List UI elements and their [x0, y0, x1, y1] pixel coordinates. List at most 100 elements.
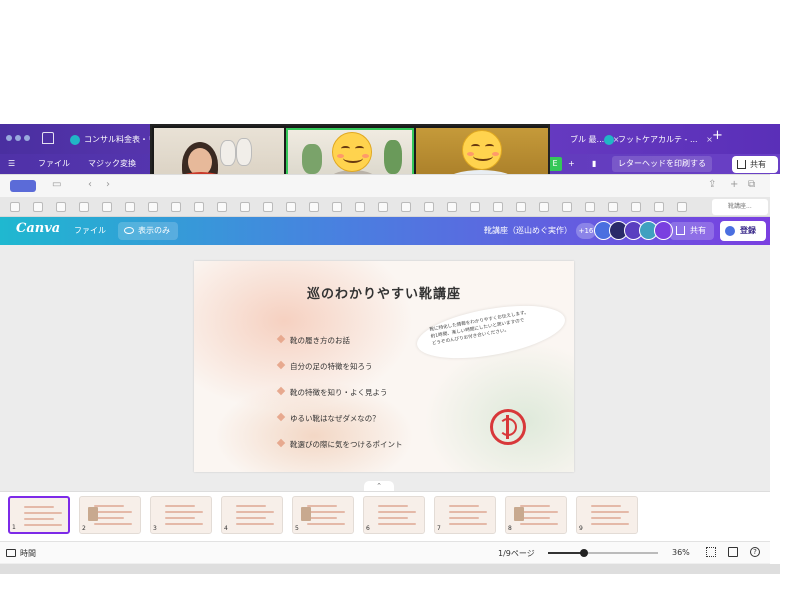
tab-favicon-icon[interactable] — [493, 202, 503, 212]
thumbnail-line — [591, 505, 621, 507]
thumbnail-line — [94, 505, 124, 507]
file-menu[interactable]: ファイル — [38, 157, 70, 171]
view-only-label: 表示のみ — [138, 226, 170, 235]
tab-favicon-icon[interactable] — [125, 202, 135, 212]
thumbnail-line — [24, 512, 62, 514]
tab-favicon-icon[interactable] — [631, 202, 641, 212]
browser-tab-icons-row: 靴講座... — [0, 197, 770, 217]
tab-favicon-icon[interactable] — [516, 202, 526, 212]
thumbnail-line — [449, 523, 487, 525]
login-button[interactable]: 登録 — [720, 221, 766, 241]
tab-favicon-icon[interactable] — [56, 202, 66, 212]
thumbnail-line — [94, 523, 132, 525]
timer-button[interactable]: 時間 — [6, 548, 36, 559]
tab-favicon-icon[interactable] — [240, 202, 250, 212]
slide-thumbnail[interactable]: 4 — [221, 496, 283, 534]
print-letterhead-button[interactable]: レターヘッドを印刷する — [612, 156, 712, 172]
slide-thumbnail[interactable]: 5 — [292, 496, 354, 534]
thumbnail-number: 2 — [82, 525, 86, 532]
tab-favicon-icon[interactable] — [539, 202, 549, 212]
tab-favicon-icon[interactable] — [309, 202, 319, 212]
slide-bullet-item: ゆるい靴はなぜダメなの？ — [276, 412, 380, 424]
tab-favicon-icon[interactable] — [401, 202, 411, 212]
slide-thumbnail[interactable]: 1 — [8, 496, 70, 534]
tab-favicon-icon[interactable] — [470, 202, 480, 212]
tab-favicon-icon[interactable] — [286, 202, 296, 212]
share-button[interactable]: 共有 — [732, 156, 778, 173]
thumbnail-line — [378, 505, 408, 507]
tab-favicon-icon[interactable] — [585, 202, 595, 212]
thumbnail-line — [307, 523, 345, 525]
tab-favicon-icon[interactable] — [102, 202, 112, 212]
help-icon[interactable]: ? — [750, 547, 760, 557]
new-tab-button[interactable]: + — [712, 128, 723, 143]
window-control-icon[interactable] — [6, 135, 12, 141]
tab-favicon-icon[interactable] — [562, 202, 572, 212]
bullet-text: 靴の履き方のお話 — [290, 336, 350, 345]
tab-favicon-icon[interactable] — [148, 202, 158, 212]
thumbnail-line — [24, 524, 62, 526]
fullscreen-icon[interactable] — [728, 547, 738, 557]
tab-overview-icon[interactable]: ▭ — [52, 179, 61, 190]
zoom-level[interactable]: 36% — [672, 548, 690, 557]
watercolor-decoration — [424, 341, 574, 472]
slide-thumbnail[interactable]: 7 — [434, 496, 496, 534]
zoom-slider[interactable] — [548, 549, 658, 557]
window-control-icon[interactable] — [24, 135, 30, 141]
chart-icon[interactable]: ▮ — [592, 157, 596, 171]
tab-favicon-icon[interactable] — [332, 202, 342, 212]
forward-icon[interactable]: › — [106, 179, 110, 190]
green-badge-icon[interactable]: E — [548, 157, 562, 171]
active-tab[interactable]: 靴講座... — [712, 199, 768, 215]
tab-favicon-icon[interactable] — [608, 202, 618, 212]
new-tab-icon[interactable]: + — [730, 179, 738, 190]
tab-favicon-icon[interactable] — [263, 202, 273, 212]
thumbnail-image — [301, 507, 311, 521]
thumbnail-image — [88, 507, 98, 521]
share-button[interactable]: 共有 — [670, 222, 714, 240]
view-only-button[interactable]: 表示のみ — [118, 222, 178, 240]
page-indicator[interactable]: 1/9ページ — [498, 548, 535, 559]
slide-thumbnail[interactable]: 9 — [576, 496, 638, 534]
presentation-slide[interactable]: 巡のわかりやすい靴講座 靴の履き方のお話 自分の足の特徴を知ろう 靴の特徴を知り… — [194, 261, 574, 472]
timer-label: 時間 — [20, 549, 36, 558]
magic-switch-button[interactable]: マジック変換 — [88, 157, 136, 171]
slide-thumbnail[interactable]: 6 — [363, 496, 425, 534]
zoom-slider-handle[interactable] — [580, 549, 589, 557]
thumbnail-line — [307, 505, 337, 507]
sidebar-toggle-icon[interactable] — [10, 180, 36, 192]
add-icon[interactable]: + — [568, 157, 575, 171]
browser-tab[interactable]: フットケアカルテ - ... × — [600, 129, 713, 151]
slide-thumbnail[interactable]: 8 — [505, 496, 567, 534]
tab-favicon-icon[interactable] — [355, 202, 365, 212]
tab-favicon-icon[interactable] — [217, 202, 227, 212]
tab-favicon-icon[interactable] — [171, 202, 181, 212]
canva-logo[interactable]: Canva — [16, 221, 60, 236]
share-icon — [676, 226, 685, 235]
tab-favicon-icon[interactable] — [33, 202, 43, 212]
tab-favicon-icon[interactable] — [424, 202, 434, 212]
thumbnail-number: 9 — [579, 525, 583, 532]
tabs-icon[interactable]: ⧉ — [748, 179, 755, 190]
thumbnail-line — [236, 523, 274, 525]
tab-favicon-icon[interactable] — [677, 202, 687, 212]
window-control-icon[interactable] — [15, 135, 21, 141]
tab-favicon-icon[interactable] — [378, 202, 388, 212]
document-title[interactable]: 靴講座（巡山めぐ実作） — [484, 225, 572, 236]
grid-view-icon[interactable] — [706, 547, 716, 557]
tab-favicon-icon[interactable] — [447, 202, 457, 212]
tab-favicon-icon[interactable] — [654, 202, 664, 212]
thumbnail-line — [24, 518, 54, 520]
share-icon[interactable]: ⇪ — [708, 179, 716, 190]
slide-thumbnail[interactable]: 3 — [150, 496, 212, 534]
slide-thumbnail[interactable]: 2 — [79, 496, 141, 534]
tab-favicon-icon[interactable] — [10, 202, 20, 212]
home-icon[interactable] — [42, 132, 54, 144]
collapse-thumbnails-button[interactable]: ⌃ — [364, 481, 394, 491]
file-menu[interactable]: ファイル — [74, 225, 106, 236]
collaborator-count[interactable]: +16 — [576, 223, 596, 239]
tab-favicon-icon[interactable] — [79, 202, 89, 212]
menu-icon[interactable]: ☰ — [8, 157, 15, 171]
back-icon[interactable]: ‹ — [88, 179, 92, 190]
tab-favicon-icon[interactable] — [194, 202, 204, 212]
